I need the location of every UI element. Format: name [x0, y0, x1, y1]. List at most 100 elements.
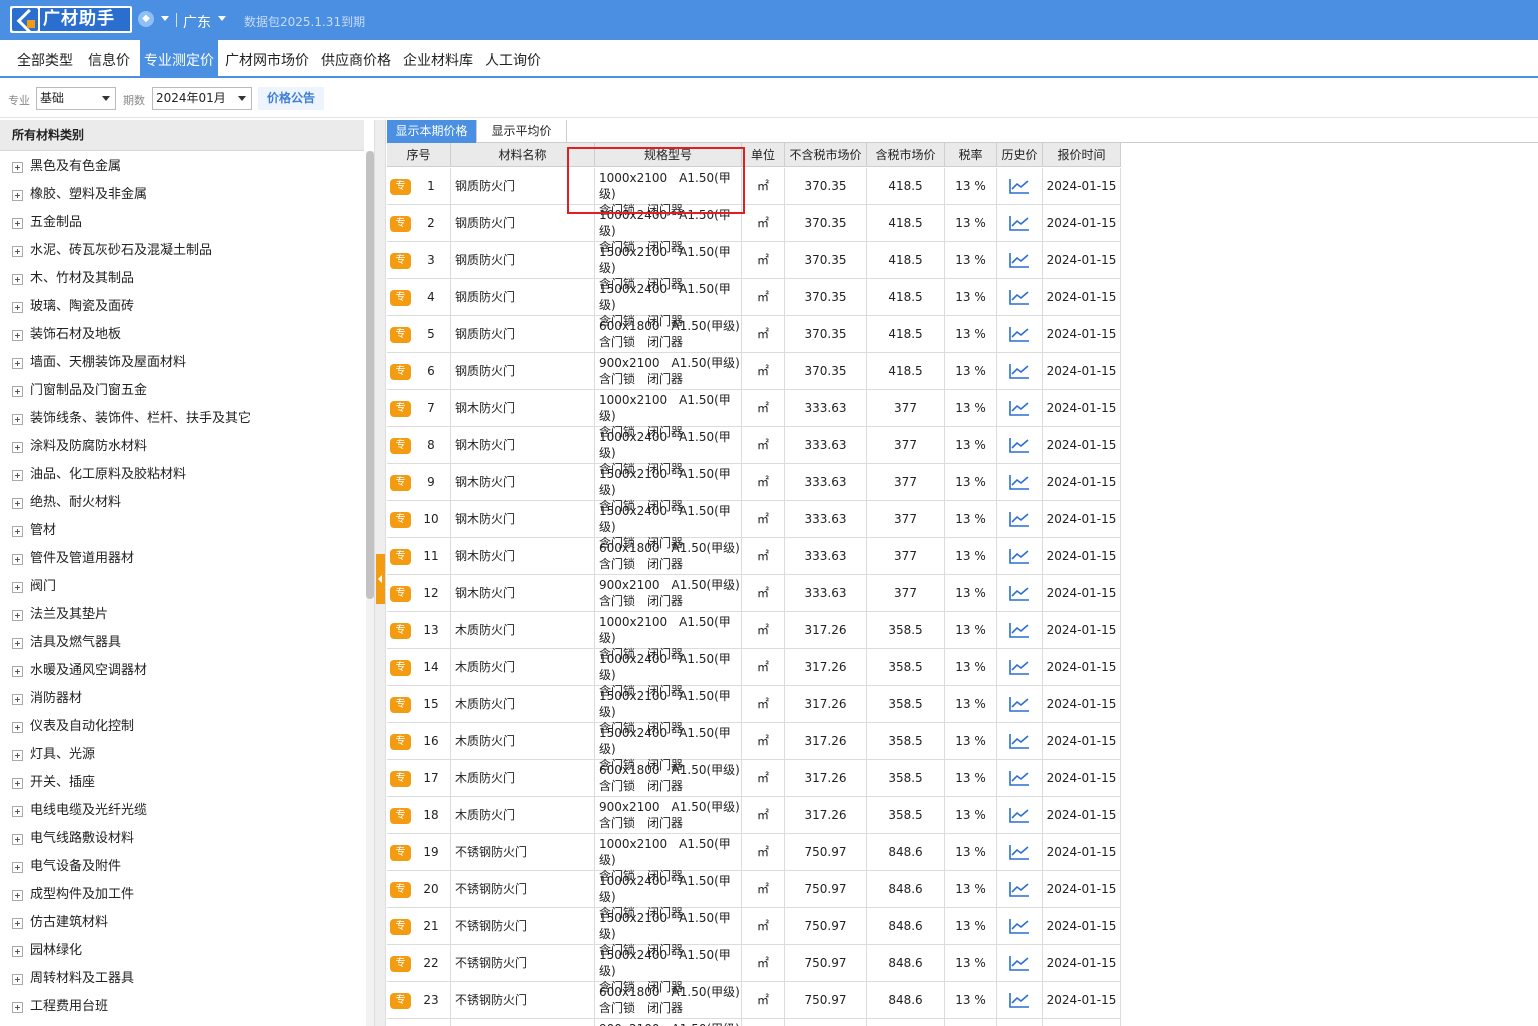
plus-square-icon[interactable]: [12, 274, 23, 285]
category-item[interactable]: 水暖及通风空调器材: [0, 657, 364, 685]
plus-square-icon[interactable]: [12, 974, 23, 985]
account-dropdown-icon[interactable]: [161, 16, 169, 21]
line-chart-icon[interactable]: [1009, 733, 1030, 749]
plus-square-icon[interactable]: [12, 330, 23, 341]
period-select[interactable]: 2024年01月: [152, 87, 252, 110]
line-chart-icon[interactable]: [1009, 585, 1030, 601]
category-item[interactable]: 涂料及防腐防水材料: [0, 433, 364, 461]
category-item[interactable]: 装饰线条、装饰件、栏杆、扶手及其它: [0, 405, 364, 433]
category-item[interactable]: 玻璃、陶瓷及面砖: [0, 293, 364, 321]
column-header[interactable]: 不含税市场价: [785, 143, 867, 167]
line-chart-icon[interactable]: [1009, 622, 1030, 638]
table-row[interactable]: 专 19 不锈钢防火门 1000x2100 A1.50(甲级) 含门锁 闭门器㎡ 750.…: [387, 834, 1121, 883]
collapse-sidebar-button[interactable]: [376, 554, 385, 604]
plus-square-icon[interactable]: [12, 890, 23, 901]
table-row[interactable]: 专 3 钢质防火门 1500x2100 A1.50(甲级) 含门锁 闭门器㎡ 370.35…: [387, 242, 1121, 291]
line-chart-icon[interactable]: [1009, 511, 1030, 527]
column-header[interactable]: 税率: [945, 143, 997, 167]
table-row[interactable]: 专 15 木质防火门 1500x2100 A1.50(甲级) 含门锁 闭门器㎡ 317.2…: [387, 686, 1121, 735]
line-chart-icon[interactable]: [1009, 807, 1030, 823]
line-chart-icon[interactable]: [1009, 770, 1030, 786]
plus-square-icon[interactable]: [12, 190, 23, 201]
category-item[interactable]: 橡胶、塑料及非金属: [0, 181, 364, 209]
tab-1[interactable]: 信息价: [82, 40, 136, 78]
tab-4[interactable]: 供应商价格: [316, 40, 396, 78]
category-item[interactable]: 电线电缆及光纤光缆: [0, 797, 364, 825]
table-row[interactable]: 专 1 钢质防火门 1000x2100 A1.50(甲级) 含门锁 闭门器㎡ 370.35…: [387, 168, 1121, 217]
plus-square-icon[interactable]: [12, 862, 23, 873]
table-row[interactable]: 专 17 木质防火门 600x1800 A1.50(甲级) 含门锁 闭门器 ㎡ 317.26…: [387, 760, 1121, 797]
line-chart-icon[interactable]: [1009, 363, 1030, 379]
table-row[interactable]: 专 22 不锈钢防火门 1500x2400 A1.50(甲级) 含门锁 闭门器㎡ 750.…: [387, 945, 1121, 994]
line-chart-icon[interactable]: [1009, 252, 1030, 268]
plus-square-icon[interactable]: [12, 834, 23, 845]
tab-0[interactable]: 全部类型: [8, 40, 82, 78]
plus-square-icon[interactable]: [12, 918, 23, 929]
category-item[interactable]: 装饰石材及地板: [0, 321, 364, 349]
column-header[interactable]: 单位: [742, 143, 785, 167]
table-row[interactable]: 专 2 钢质防火门 1000x2400 A1.50(甲级) 含门锁 闭门器㎡ 370.35…: [387, 205, 1121, 254]
table-row[interactable]: 专 16 木质防火门 1500x2400 A1.50(甲级) 含门锁 闭门器㎡ 317.2…: [387, 723, 1121, 772]
category-item[interactable]: 开关、插座: [0, 769, 364, 797]
column-header[interactable]: 序号: [387, 143, 451, 167]
plus-square-icon[interactable]: [12, 638, 23, 649]
category-item[interactable]: 周转材料及工器具: [0, 965, 364, 993]
line-chart-icon[interactable]: [1009, 289, 1030, 305]
line-chart-icon[interactable]: [1009, 548, 1030, 564]
plus-square-icon[interactable]: [12, 526, 23, 537]
plus-square-icon[interactable]: [12, 946, 23, 957]
category-item[interactable]: 门窗制品及门窗五金: [0, 377, 364, 405]
line-chart-icon[interactable]: [1009, 696, 1030, 712]
plus-square-icon[interactable]: [12, 778, 23, 789]
table-row[interactable]: 专 10 钢木防火门 1500x2400 A1.50(甲级) 含门锁 闭门器㎡ 333.6…: [387, 501, 1121, 550]
plus-square-icon[interactable]: [12, 162, 23, 173]
subtab-1[interactable]: 显示平均价: [477, 120, 567, 143]
table-row[interactable]: 专 6 钢质防火门 900x2100 A1.50(甲级) 含门锁 闭门器㎡ 370.35 4…: [387, 353, 1121, 390]
category-item[interactable]: 管材: [0, 517, 364, 545]
plus-square-icon[interactable]: [12, 386, 23, 397]
line-chart-icon[interactable]: [1009, 881, 1030, 897]
specialty-select[interactable]: 基础: [36, 87, 116, 110]
plus-square-icon[interactable]: [12, 358, 23, 369]
plus-square-icon[interactable]: [12, 610, 23, 621]
category-item[interactable]: 仿古建筑材料: [0, 909, 364, 937]
category-item[interactable]: 绝热、耐火材料: [0, 489, 364, 517]
price-notice-button[interactable]: 价格公告: [258, 87, 324, 110]
region-selector[interactable]: 广东: [183, 12, 211, 32]
line-chart-icon[interactable]: [1009, 400, 1030, 416]
plus-square-icon[interactable]: [12, 554, 23, 565]
plus-square-icon[interactable]: [12, 218, 23, 229]
category-item[interactable]: 五金制品: [0, 209, 364, 237]
tab-2[interactable]: 专业测定价: [140, 40, 218, 78]
table-row[interactable]: 900x2100 A1.50(甲级): [387, 1019, 1121, 1026]
category-item[interactable]: 工程费用台班: [0, 993, 364, 1021]
line-chart-icon[interactable]: [1009, 178, 1030, 194]
line-chart-icon[interactable]: [1009, 474, 1030, 490]
line-chart-icon[interactable]: [1009, 659, 1030, 675]
table-row[interactable]: 专 13 木质防火门 1000x2100 A1.50(甲级) 含门锁 闭门器㎡ 317.2…: [387, 612, 1121, 661]
line-chart-icon[interactable]: [1009, 918, 1030, 934]
table-row[interactable]: 专 9 钢木防火门 1500x2100 A1.50(甲级) 含门锁 闭门器㎡ 333.63…: [387, 464, 1121, 513]
table-row[interactable]: 专 23 不锈钢防火门 600x1800 A1.50(甲级) 含门锁 闭门器 ㎡ 750.9…: [387, 982, 1121, 1019]
category-item[interactable]: 阀门: [0, 573, 364, 601]
column-header[interactable]: 含税市场价: [867, 143, 945, 167]
table-row[interactable]: 专 20 不锈钢防火门 1000x2400 A1.50(甲级) 含门锁 闭门器㎡ 750.…: [387, 871, 1121, 920]
column-header[interactable]: 材料名称: [451, 143, 595, 167]
line-chart-icon[interactable]: [1009, 955, 1030, 971]
table-row[interactable]: 专 5 钢质防火门 600x1800 A1.50(甲级) 含门锁 闭门器㎡ 370.35 4…: [387, 316, 1121, 353]
plus-square-icon[interactable]: [12, 470, 23, 481]
plus-square-icon[interactable]: [12, 722, 23, 733]
category-item[interactable]: 灯具、光源: [0, 741, 364, 769]
plus-square-icon[interactable]: [12, 694, 23, 705]
plus-square-icon[interactable]: [12, 582, 23, 593]
category-item[interactable]: 洁具及燃气器具: [0, 629, 364, 657]
table-row[interactable]: 专 14 木质防火门 1000x2400 A1.50(甲级) 含门锁 闭门器㎡ 317.2…: [387, 649, 1121, 698]
column-header[interactable]: 历史价: [997, 143, 1043, 167]
line-chart-icon[interactable]: [1009, 326, 1030, 342]
table-row[interactable]: 专 11 钢木防火门 600x1800 A1.50(甲级) 含门锁 闭门器 ㎡ 333.63…: [387, 538, 1121, 575]
category-item[interactable]: 仪表及自动化控制: [0, 713, 364, 741]
region-dropdown-icon[interactable]: [218, 16, 226, 21]
category-item[interactable]: 电气设备及附件: [0, 853, 364, 881]
plus-square-icon[interactable]: [12, 1002, 23, 1013]
plus-square-icon[interactable]: [12, 666, 23, 677]
